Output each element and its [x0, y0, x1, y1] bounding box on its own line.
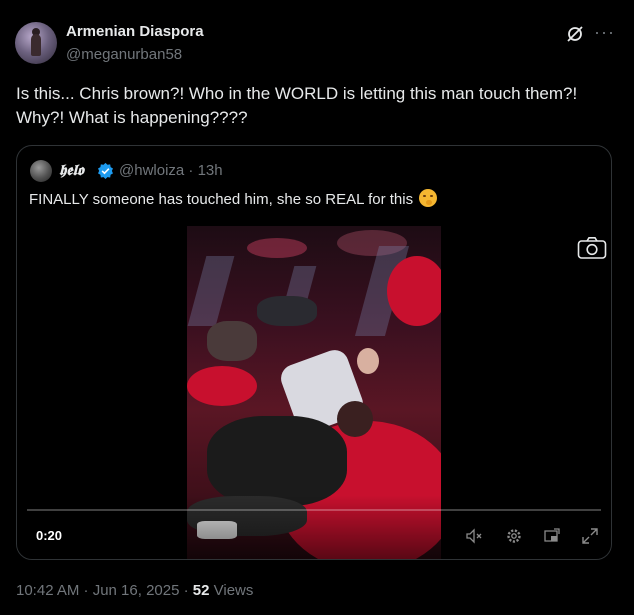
avatar-figure [31, 34, 41, 56]
quoted-author-avatar [30, 160, 52, 182]
grok-icon[interactable] [566, 25, 584, 43]
author-avatar[interactable] [15, 22, 57, 64]
performer-head [357, 348, 379, 374]
tweet-text: Is this... Chris brown?! Who in the WORL… [16, 84, 578, 127]
views-count: 52 [192, 582, 210, 599]
performer-body [207, 416, 347, 506]
quoted-author-name: 𝖍𝖊𝖑𝖔 [59, 161, 84, 179]
verified-badge-icon [98, 162, 113, 179]
quoted-author-handle-time: @hwloiza · 13h [119, 162, 223, 179]
settings-gear-icon[interactable] [505, 527, 523, 545]
stage-screen [187, 256, 235, 326]
dancer-figure [207, 321, 257, 361]
stage-light [247, 238, 307, 258]
views-label: Views [209, 582, 254, 599]
red-seat [187, 366, 257, 406]
video-controls: 0:20 [17, 495, 611, 559]
video-time: 0:20 [36, 528, 63, 543]
dancer-figure [257, 296, 317, 326]
smirking-face-emoji-icon [419, 189, 438, 207]
quoted-tweet-text: FINALLY someone has touched him, she so … [29, 189, 438, 208]
red-seat [387, 256, 441, 326]
author-display-name[interactable]: Armenian Diaspora [66, 23, 204, 40]
tweet-meta: 10:42 AM · Jun 16, 2025 · 52 Views [16, 582, 253, 599]
quoted-tweet-card[interactable]: 𝖍𝖊𝖑𝖔 @hwloiza · 13h FINALLY someone has … [16, 145, 612, 560]
fullscreen-icon[interactable] [581, 527, 599, 545]
volume-icon[interactable] [465, 527, 483, 545]
more-options-icon[interactable]: ··· [594, 22, 615, 43]
camera-icon[interactable] [577, 236, 607, 260]
author-handle[interactable]: @meganurban58 [66, 46, 182, 63]
picture-in-picture-icon[interactable] [543, 527, 561, 545]
quoted-text-content: FINALLY someone has touched him, she so … [29, 191, 414, 208]
tweet-timestamp[interactable]: 10:42 AM · Jun 16, 2025 · [16, 582, 193, 599]
video-progress-bar[interactable] [27, 509, 601, 511]
dancer-head [337, 401, 373, 437]
